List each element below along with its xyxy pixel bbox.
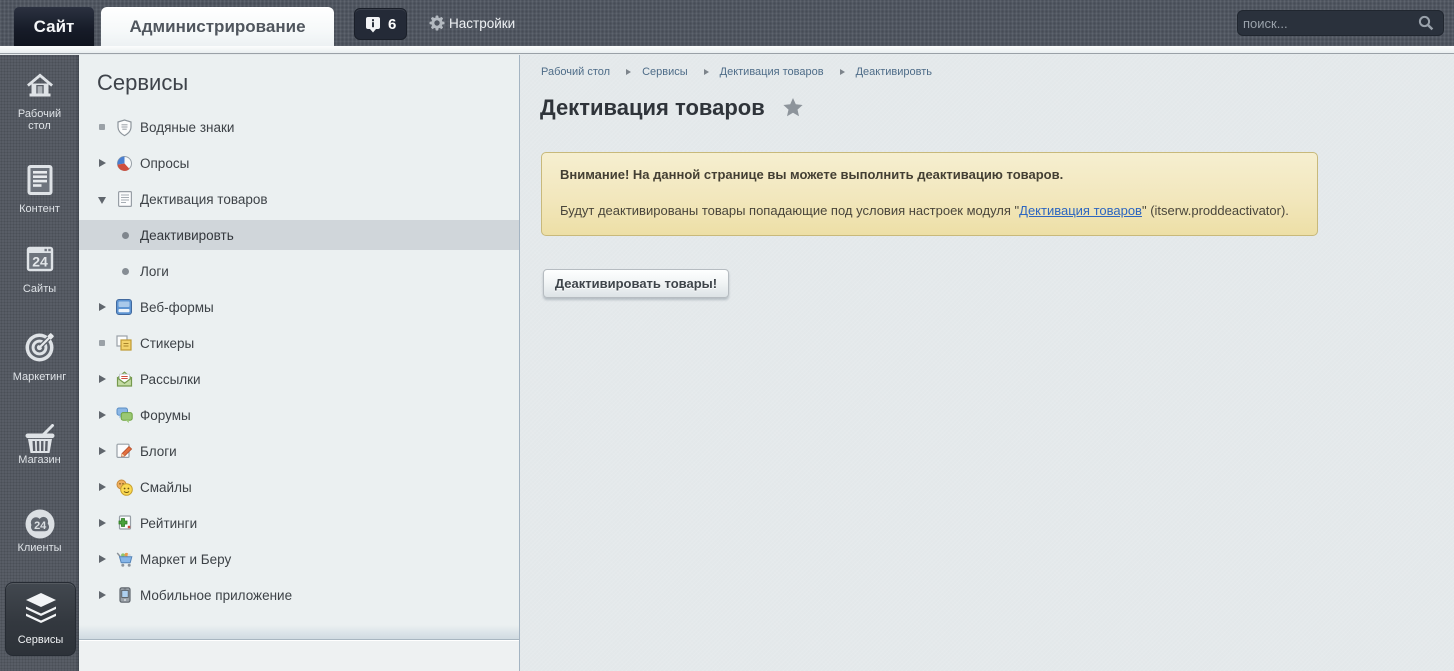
svg-text:24: 24 [34, 520, 47, 532]
svg-text:24: 24 [32, 254, 48, 270]
